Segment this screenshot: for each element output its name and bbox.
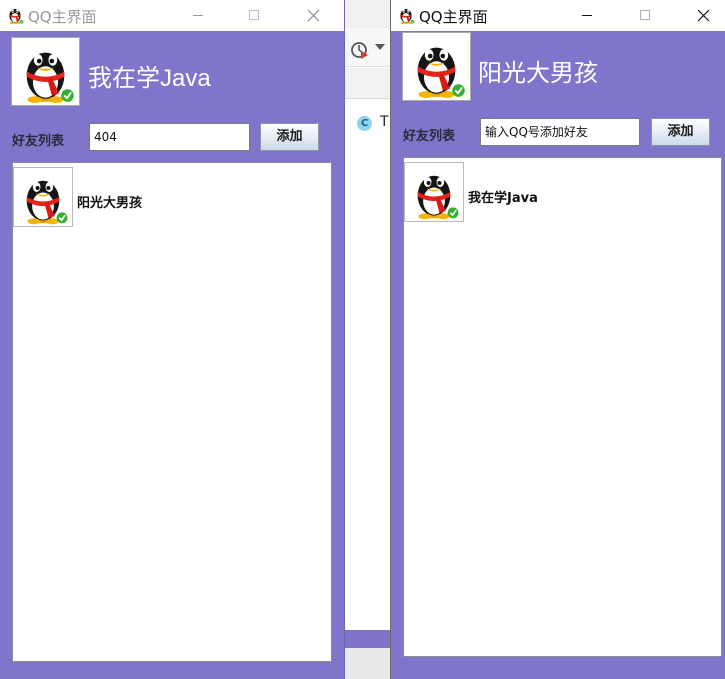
window-title: QQ主界面 <box>28 8 97 26</box>
friend-list-label: 好友列表 <box>12 134 65 149</box>
qq-main-window-b: QQ主界面 阳光大男孩 好友列表 输入QQ号添加好友 添加 我在学Java <box>390 0 725 679</box>
minimize-icon <box>193 15 203 16</box>
background-tab[interactable]: C T <box>345 68 393 131</box>
qq-penguin-icon <box>405 163 463 221</box>
site-favicon-icon: C <box>357 116 372 131</box>
add-friend-input[interactable]: 404 <box>89 123 250 151</box>
close-button[interactable] <box>290 0 336 31</box>
friend-list-panel: 阳光大男孩 <box>12 162 332 662</box>
maximize-icon <box>249 10 259 20</box>
dropdown-caret-icon[interactable] <box>375 44 385 50</box>
window-title: QQ主界面 <box>419 8 488 26</box>
user-nickname: 阳光大男孩 <box>478 59 598 87</box>
background-window: C T <box>344 28 393 679</box>
qq-penguin-icon <box>403 33 470 100</box>
qq-penguin-icon <box>396 4 416 25</box>
friend-name: 我在学Java <box>468 191 538 206</box>
user-nickname: 我在学Java <box>88 65 211 92</box>
title-bar[interactable]: QQ主界面 <box>0 0 344 31</box>
user-avatar[interactable] <box>11 37 80 106</box>
qq-main-window-a: QQ主界面 我在学Java 好友列表 404 添加 阳光大男孩 <box>0 0 345 679</box>
add-friend-button[interactable]: 添加 <box>260 123 319 151</box>
maximize-button[interactable] <box>622 0 668 31</box>
qq-penguin-icon <box>5 4 25 25</box>
close-button[interactable] <box>680 0 725 31</box>
qq-penguin-icon <box>12 38 79 105</box>
friend-list-panel: 我在学Java <box>403 157 722 657</box>
close-icon <box>307 9 320 22</box>
qq-penguin-icon <box>14 168 72 226</box>
maximize-button[interactable] <box>231 0 277 31</box>
minimize-icon <box>582 15 592 16</box>
background-lower-area <box>345 648 393 679</box>
background-tab-title: T <box>380 114 389 130</box>
background-accent-bar <box>345 630 393 648</box>
friend-list-item[interactable]: 阳光大男孩 <box>13 163 331 227</box>
friend-list-label: 好友列表 <box>403 129 456 144</box>
friend-name: 阳光大男孩 <box>77 196 143 211</box>
maximize-icon <box>640 10 650 20</box>
friend-list-item[interactable]: 我在学Java <box>404 158 721 222</box>
title-bar[interactable]: QQ主界面 <box>391 0 725 31</box>
add-friend-button[interactable]: 添加 <box>651 118 710 146</box>
close-icon <box>697 9 710 22</box>
add-friend-input[interactable]: 输入QQ号添加好友 <box>480 118 640 146</box>
friend-avatar <box>404 162 464 222</box>
user-avatar[interactable] <box>402 32 471 101</box>
minimize-button[interactable] <box>564 0 610 31</box>
minimize-button[interactable] <box>175 0 221 31</box>
friend-avatar <box>13 167 73 227</box>
background-toolbar <box>345 28 393 67</box>
history-clock-icon[interactable] <box>349 40 371 62</box>
